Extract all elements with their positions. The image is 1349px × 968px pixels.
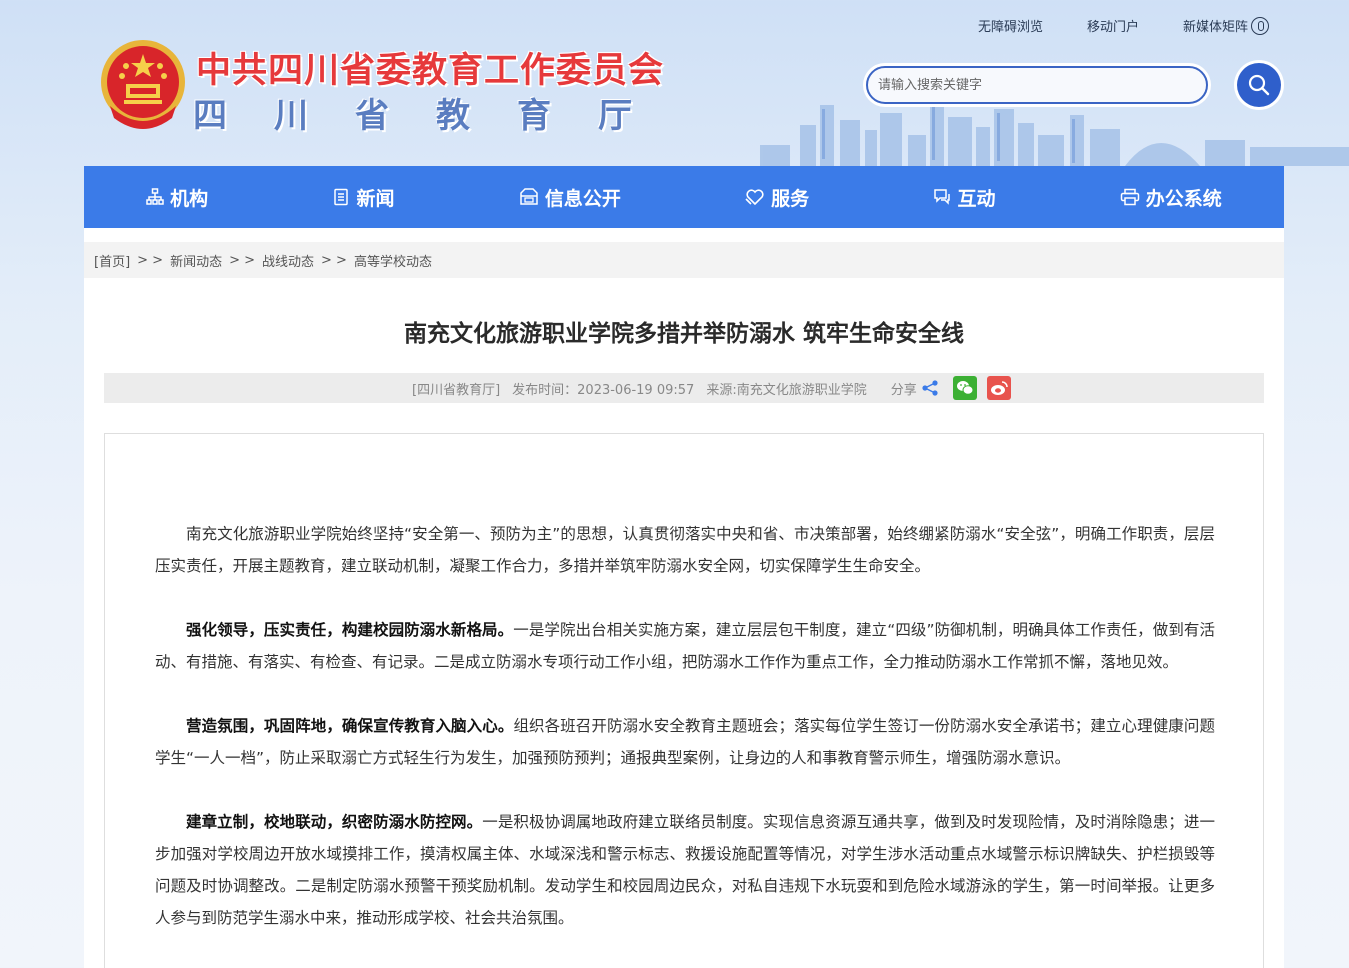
- nav-item-office[interactable]: 办公系统: [1120, 184, 1222, 211]
- content-panel: [首页] > > 新闻动态 > > 战线动态 > > 高等学校动态 南充文化旅游…: [84, 228, 1284, 968]
- weibo-icon: [990, 381, 1008, 395]
- new-media-link[interactable]: 新媒体矩阵: [1183, 16, 1269, 35]
- meta-source: 来源:南充文化旅游职业学院: [706, 382, 867, 398]
- weibo-share-button[interactable]: [986, 376, 1011, 400]
- meta-date: 发布时间：2023-06-19 09:57: [512, 382, 695, 398]
- search-button[interactable]: [1237, 63, 1281, 107]
- article-body-box: 南充文化旅游职业学院始终坚持“安全第一、预防为主”的思想，认真贯彻落实中央和省、…: [104, 433, 1264, 968]
- chat-icon: [934, 189, 951, 205]
- article-meta: [四川省教育厅] 发布时间：2023-06-19 09:57 来源:南充文化旅游…: [104, 373, 1264, 403]
- search-box: [866, 66, 1208, 104]
- breadcrumb-item-news[interactable]: 新闻动态: [170, 251, 222, 270]
- nav-label: 机构: [170, 187, 209, 210]
- nav-label: 新闻: [356, 187, 395, 210]
- breadcrumb-sep: > >: [137, 252, 164, 268]
- article-paragraph: 南充文化旅游职业学院始终坚持“安全第一、预防为主”的思想，认真贯彻落实中央和省、…: [155, 518, 1215, 582]
- nav-item-interact[interactable]: 互动: [933, 184, 995, 211]
- site-subtitle: 四川省教育厅: [193, 96, 679, 136]
- site-title: 中共四川省委教育工作委员会: [196, 51, 665, 91]
- breadcrumb-home[interactable]: [首页]: [94, 251, 130, 270]
- nav-item-service[interactable]: 服务: [745, 184, 809, 211]
- wechat-icon: [956, 381, 974, 395]
- media-matrix-icon: [1251, 16, 1269, 35]
- nav-label: 信息公开: [544, 187, 621, 210]
- new-media-label: 新媒体矩阵: [1182, 20, 1248, 35]
- news-icon: [334, 188, 349, 206]
- breadcrumb: [首页] > > 新闻动态 > > 战线动态 > > 高等学校动态: [84, 242, 1284, 278]
- nav-label: 互动: [957, 187, 996, 210]
- breadcrumb-item-university[interactable]: 高等学校动态: [354, 251, 432, 270]
- nav-item-org[interactable]: 机构: [146, 184, 208, 211]
- meta-publisher: [四川省教育厅]: [412, 382, 501, 398]
- national-emblem-icon: [101, 40, 185, 129]
- article-body: 南充文化旅游职业学院始终坚持“安全第一、预防为主”的思想，认真贯彻落实中央和省、…: [155, 518, 1215, 966]
- search-input[interactable]: [868, 68, 1206, 102]
- article-title: 南充文化旅游职业学院多措并举防溺水 筑牢生命安全线: [403, 321, 964, 347]
- nav-item-info[interactable]: 信息公开: [519, 184, 621, 211]
- service-icon: [745, 189, 764, 206]
- org-icon: [146, 188, 164, 205]
- info-icon: [520, 188, 538, 205]
- paragraph-text: 南充文化旅游职业学院始终坚持“安全第一、预防为主”的思想，认真贯彻落实中央和省、…: [155, 525, 1215, 575]
- breadcrumb-item-frontline[interactable]: 战线动态: [262, 251, 314, 270]
- breadcrumb-sep: > >: [321, 252, 347, 268]
- share-icon[interactable]: [921, 380, 939, 396]
- article-paragraph: 建章立制，校地联动，织密防溺水防控网。一是积极协调属地政府建立联络员制度。实现信…: [155, 806, 1215, 934]
- paragraph-lead: 强化领导，压实责任，构建校园防溺水新格局。: [186, 621, 514, 639]
- nav-item-news[interactable]: 新闻: [332, 184, 395, 211]
- nav-label: 服务: [771, 187, 810, 210]
- site-header: 无障碍浏览 移动门户 新媒体矩阵 中共四川省委教育工作委员会 四川省教育厅: [0, 0, 1349, 166]
- mobile-portal-link[interactable]: 移动门户: [1087, 16, 1139, 35]
- printer-icon: [1120, 188, 1140, 206]
- breadcrumb-sep: > >: [229, 252, 256, 268]
- paragraph-lead: 营造氛围，巩固阵地，确保宣传教育入脑入心。: [186, 717, 514, 735]
- search-icon: [1248, 74, 1270, 96]
- accessibility-link[interactable]: 无障碍浏览: [978, 16, 1043, 35]
- article-paragraph: 营造氛围，巩固阵地，确保宣传教育入脑入心。组织各班召开防溺水安全教育主题班会；落…: [155, 710, 1215, 774]
- share-label: 分享: [890, 382, 917, 398]
- main-nav: 机构 新闻 信息公开 服务 互动 办公系统: [84, 166, 1284, 228]
- nav-label: 办公系统: [1145, 187, 1222, 210]
- article-paragraph: 强化领导，压实责任，构建校园防溺水新格局。一是学院出台相关实施方案，建立层层包干…: [155, 614, 1215, 678]
- paragraph-lead: 建章立制，校地联动，织密防溺水防控网。: [186, 813, 483, 831]
- wechat-share-button[interactable]: [952, 376, 977, 400]
- top-links: 无障碍浏览 移动门户 新媒体矩阵: [978, 16, 1269, 35]
